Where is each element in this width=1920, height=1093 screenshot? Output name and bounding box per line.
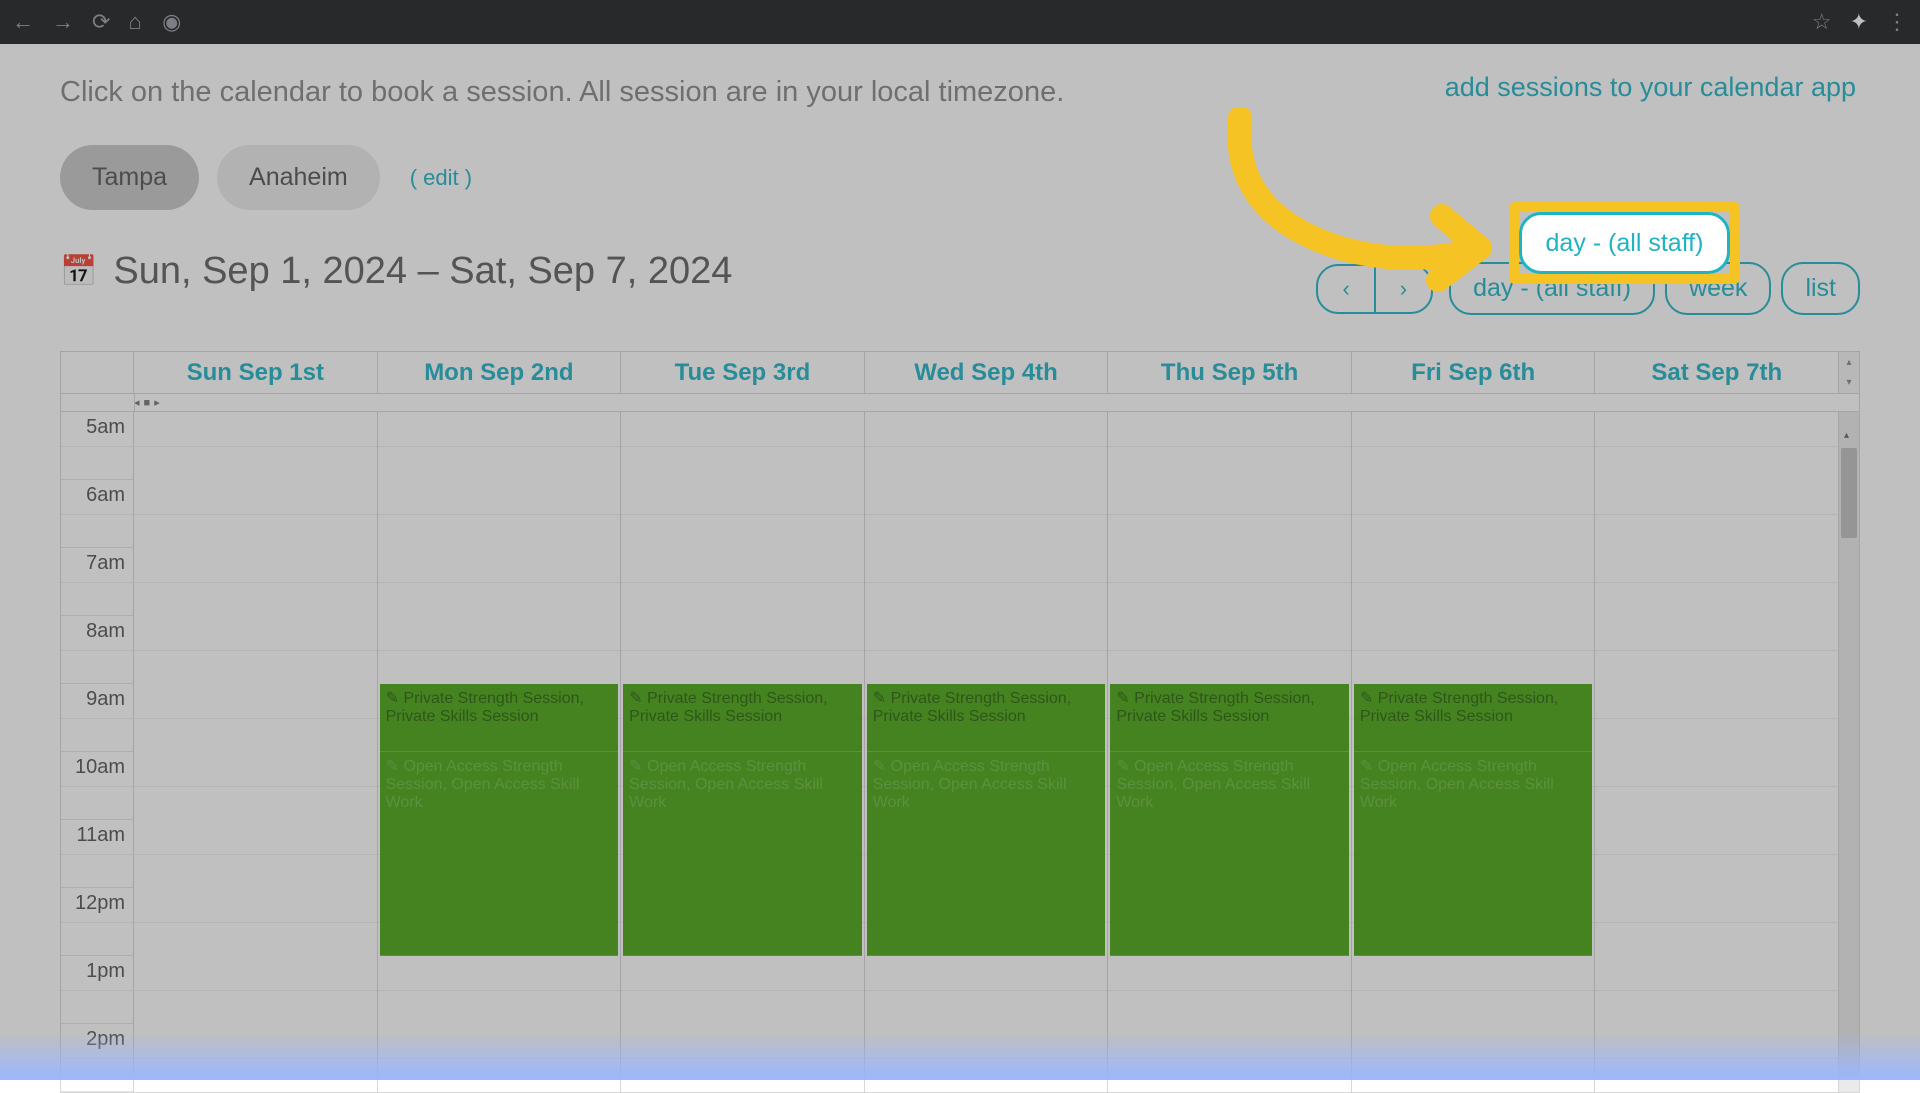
pencil-icon: ✎ bbox=[629, 690, 642, 707]
time-label: 9am bbox=[61, 684, 133, 752]
time-label: 8am bbox=[61, 616, 133, 684]
day-column-tue[interactable]: ✎ Private Strength Session, Private Skil… bbox=[621, 412, 865, 1092]
day-header[interactable]: Thu Sep 5th bbox=[1108, 352, 1352, 393]
tab-anaheim[interactable]: Anaheim bbox=[217, 145, 380, 210]
day-header[interactable]: Mon Sep 2nd bbox=[378, 352, 622, 393]
day-column-sun[interactable] bbox=[134, 412, 378, 1092]
pencil-icon: ✎ bbox=[1116, 690, 1129, 707]
mini-date-nav: ◂ ■ ▸ bbox=[61, 394, 1859, 412]
forward-icon[interactable]: → bbox=[52, 9, 74, 35]
back-icon[interactable]: ← bbox=[12, 9, 34, 35]
calendar-icon[interactable]: 📅 bbox=[60, 254, 97, 289]
day-header[interactable]: Sat Sep 7th bbox=[1595, 352, 1839, 393]
day-column-fri[interactable]: ✎ Private Strength Session, Private Skil… bbox=[1352, 412, 1596, 1092]
browser-toolbar: ← → ⟳ ⌂ ◉ ☆ ✦ ⋮ bbox=[0, 0, 1920, 44]
event-private[interactable]: ✎ Private Strength Session, Private Skil… bbox=[623, 684, 862, 752]
reload-icon[interactable]: ⟳ bbox=[92, 9, 110, 35]
page-content: Click on the calendar to book a session.… bbox=[0, 44, 1920, 1080]
pencil-icon: ✎ bbox=[386, 690, 399, 707]
location-tabs: Tampa Anaheim ( edit ) bbox=[60, 145, 1860, 210]
day-column-thu[interactable]: ✎ Private Strength Session, Private Skil… bbox=[1108, 412, 1352, 1092]
tab-tampa[interactable]: Tampa bbox=[60, 145, 199, 210]
bookmark-star-icon[interactable]: ☆ bbox=[1812, 9, 1832, 35]
day-header[interactable]: Tue Sep 3rd bbox=[621, 352, 865, 393]
time-label: 5am bbox=[61, 412, 133, 480]
day-column-sat[interactable] bbox=[1595, 412, 1839, 1092]
site-info-icon[interactable]: ◉ bbox=[160, 10, 184, 34]
menu-dots-icon[interactable]: ⋮ bbox=[1886, 9, 1908, 35]
annotation-arrow-icon bbox=[1210, 108, 1510, 298]
calendar-scrollbar[interactable]: ▴ bbox=[1839, 412, 1859, 1092]
day-header[interactable]: Wed Sep 4th bbox=[865, 352, 1109, 393]
event-private[interactable]: ✎ Private Strength Session, Private Skil… bbox=[867, 684, 1106, 752]
bottom-gradient bbox=[0, 1032, 1920, 1080]
time-column: 5am 6am 7am 8am 9am 10am 11am 12pm 1pm 2… bbox=[61, 412, 134, 1092]
scrollbar-header: ▴▾ bbox=[1839, 352, 1859, 393]
add-to-calendar-link[interactable]: add sessions to your calendar app bbox=[1445, 72, 1856, 103]
mini-next-icon[interactable]: ▸ bbox=[154, 396, 160, 409]
time-label: 10am bbox=[61, 752, 133, 820]
scroll-up-icon[interactable]: ▴ bbox=[1844, 430, 1849, 441]
extensions-icon[interactable]: ✦ bbox=[1850, 9, 1868, 35]
pencil-icon: ✎ bbox=[873, 690, 886, 707]
mini-square-icon: ■ bbox=[144, 397, 151, 409]
event-open[interactable]: ✎ Open Access Strength Session, Open Acc… bbox=[1110, 752, 1349, 956]
annotation-highlight-box: day - (all staff) bbox=[1509, 202, 1740, 284]
pencil-icon: ✎ bbox=[1116, 758, 1129, 775]
time-label: 12pm bbox=[61, 888, 133, 956]
scroll-thumb[interactable] bbox=[1841, 448, 1857, 538]
day-header[interactable]: Sun Sep 1st bbox=[134, 352, 378, 393]
pencil-icon: ✎ bbox=[1360, 758, 1373, 775]
calendar-grid: Sun Sep 1st Mon Sep 2nd Tue Sep 3rd Wed … bbox=[60, 351, 1860, 1093]
event-open[interactable]: ✎ Open Access Strength Session, Open Acc… bbox=[867, 752, 1106, 956]
edit-locations-link[interactable]: ( edit ) bbox=[410, 165, 472, 191]
event-open[interactable]: ✎ Open Access Strength Session, Open Acc… bbox=[623, 752, 862, 956]
event-open[interactable]: ✎ Open Access Strength Session, Open Acc… bbox=[1354, 752, 1593, 956]
calendar-header-row: Sun Sep 1st Mon Sep 2nd Tue Sep 3rd Wed … bbox=[61, 352, 1859, 394]
home-icon[interactable]: ⌂ bbox=[128, 9, 141, 35]
time-label: 6am bbox=[61, 480, 133, 548]
pencil-icon: ✎ bbox=[1360, 690, 1373, 707]
pencil-icon: ✎ bbox=[629, 758, 642, 775]
event-private[interactable]: ✎ Private Strength Session, Private Skil… bbox=[1354, 684, 1593, 752]
time-column-header bbox=[61, 352, 134, 393]
day-header[interactable]: Fri Sep 6th bbox=[1352, 352, 1596, 393]
date-range-text: Sun, Sep 1, 2024 – Sat, Sep 7, 2024 bbox=[113, 250, 732, 293]
pencil-icon: ✎ bbox=[386, 758, 399, 775]
annotation-highlight-button: day - (all staff) bbox=[1519, 212, 1730, 274]
time-label: 1pm bbox=[61, 956, 133, 1024]
day-column-mon[interactable]: ✎ Private Strength Session, Private Skil… bbox=[378, 412, 622, 1092]
event-private[interactable]: ✎ Private Strength Session, Private Skil… bbox=[1110, 684, 1349, 752]
pencil-icon: ✎ bbox=[873, 758, 886, 775]
view-list-button[interactable]: list bbox=[1781, 262, 1860, 315]
event-open[interactable]: ✎ Open Access Strength Session, Open Acc… bbox=[380, 752, 619, 956]
time-label: 7am bbox=[61, 548, 133, 616]
calendar-body: 5am 6am 7am 8am 9am 10am 11am 12pm 1pm 2… bbox=[61, 412, 1859, 1092]
day-column-wed[interactable]: ✎ Private Strength Session, Private Skil… bbox=[865, 412, 1109, 1092]
time-label: 11am bbox=[61, 820, 133, 888]
event-private[interactable]: ✎ Private Strength Session, Private Skil… bbox=[380, 684, 619, 752]
mini-prev-icon[interactable]: ◂ bbox=[134, 396, 140, 409]
